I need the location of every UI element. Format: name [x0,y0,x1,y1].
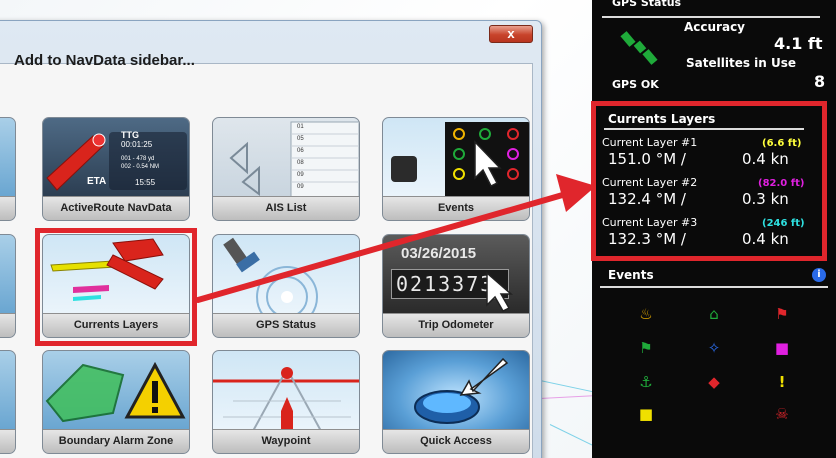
partial-tile[interactable] [0,234,16,338]
gps-status-preview [213,235,359,328]
gps-ok-status: GPS OK [612,78,659,91]
gps-status-rule [602,16,820,18]
tile-waypoint[interactable]: Waypoint [212,350,360,454]
ais-row: 06 [297,148,304,154]
diver-icon[interactable]: ⚑ [774,306,790,322]
tile-label: Waypoint [213,429,359,453]
boundary-alarm-preview [43,351,189,429]
fish-icon[interactable]: ✧ [706,340,722,356]
tile-ais-list[interactable]: 01 05 06 08 09 09 AIS List [212,117,360,221]
ais-row: 08 [297,160,304,166]
square-magenta-icon[interactable]: ■ [774,340,790,356]
ais-list-preview: 01 05 06 08 09 09 [213,118,359,199]
tile-label: ActiveRoute NavData [43,196,189,220]
tile-gps-status[interactable]: GPS Status [212,234,360,338]
accuracy-label: Accuracy [684,20,746,34]
events-header: Events [608,268,654,282]
info-icon[interactable]: i [812,268,826,282]
ttg-label: TTG [121,130,139,140]
tile-label: Boundary Alarm Zone [43,429,189,453]
waypoint-preview [213,351,359,432]
ais-row: 05 [297,136,304,142]
currents-layers-highlight [35,228,197,346]
partial-tile[interactable] [0,117,16,221]
diamond-icon[interactable]: ◆ [706,374,722,390]
tile-label: Events [383,196,529,220]
quick-access-preview [383,351,529,429]
ais-row: 09 [297,172,304,178]
satellites-value: 8 [814,72,826,91]
activeroute-preview: TTG 00:01:25 001 - 478 yd 002 - 0.54 NM … [43,118,189,196]
close-button[interactable]: x [489,25,533,43]
tile-boundary-alarm-zone[interactable]: Boundary Alarm Zone [42,350,190,454]
tile-label: AIS List [213,196,359,220]
leg1: 001 - 478 yd [121,156,155,162]
flag-icon[interactable]: ⚑ [638,340,654,356]
trip-odometer-preview: 03/26/2015 0213373 [383,235,529,313]
events-preview [383,118,529,198]
dialog-title: Add to NavData sidebar... [14,52,195,69]
partial-tile[interactable] [0,350,16,454]
events-rule [600,286,828,288]
eta-label: ETA [87,176,107,187]
tile-events[interactable]: Events [382,117,530,221]
square-yellow-icon[interactable]: ■ [638,406,654,422]
tile-quick-access[interactable]: Quick Access [382,350,530,454]
accuracy-value: 4.1 ft [774,34,823,53]
tile-trip-odometer[interactable]: 03/26/2015 0213373 Trip Odometer [382,234,530,338]
exclamation-icon[interactable]: ! [774,374,790,390]
tile-activeroute-navdata[interactable]: TTG 00:01:25 001 - 478 yd 002 - 0.54 NM … [42,117,190,221]
tile-label: GPS Status [213,313,359,337]
eta-value: 15:55 [135,178,156,187]
satellite-icon [620,28,660,68]
currents-sidebar-highlight [591,101,827,261]
gps-status-header: GPS Status [612,0,682,9]
wreck-icon[interactable]: ☠ [774,406,790,422]
ttg-value: 00:01:25 [121,140,153,149]
tile-label: Trip Odometer [383,313,529,337]
home-icon[interactable]: ⌂ [706,306,722,322]
ais-row: 01 [297,124,304,130]
leg2: 002 - 0.54 NM [121,164,160,170]
ais-row: 09 [297,184,304,190]
satellites-label: Satellites in Use [686,56,797,70]
restaurant-icon[interactable]: ♨ [638,306,654,322]
tile-label: Quick Access [383,429,529,453]
anchor-icon[interactable]: ⚓ [638,374,654,390]
